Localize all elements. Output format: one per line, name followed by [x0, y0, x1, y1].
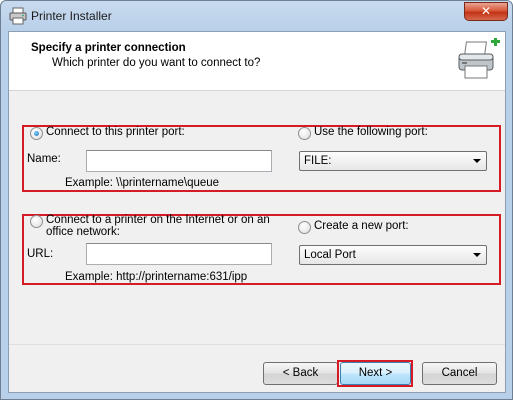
wizard-header: Specify a printer connection Which print… [9, 32, 505, 91]
chevron-down-icon [473, 159, 481, 163]
close-button[interactable]: ✕ [464, 2, 508, 21]
connect-internet-radio[interactable]: Connect to a printer on the Internet or … [30, 214, 280, 238]
add-printer-icon [458, 38, 500, 79]
window-title: Printer Installer [31, 9, 112, 23]
new-port-select-value: Local Port [304, 249, 356, 261]
use-following-port-label: Use the following port: [314, 126, 428, 138]
url-label: URL: [27, 248, 54, 260]
chevron-down-icon [473, 253, 481, 257]
name-input[interactable] [86, 150, 272, 172]
connect-port-label: Connect to this printer port: [46, 126, 185, 138]
radio-selected-icon [30, 127, 43, 140]
port-select[interactable]: FILE: [299, 151, 487, 171]
footer-divider [9, 344, 505, 345]
radio-unselected-icon [298, 221, 311, 234]
create-new-port-radio[interactable]: Create a new port: [298, 220, 409, 234]
radio-unselected-icon [30, 215, 43, 228]
new-port-select[interactable]: Local Port [299, 245, 487, 265]
create-new-port-label: Create a new port: [314, 220, 409, 232]
cancel-button[interactable]: Cancel [422, 362, 497, 385]
radio-unselected-icon [298, 127, 311, 140]
port-select-value: FILE: [304, 155, 332, 167]
connect-port-radio[interactable]: Connect to this printer port: [30, 126, 185, 140]
back-button[interactable]: < Back [263, 362, 338, 385]
printer-installer-window: Printer Installer ✕ Specify a printer co… [0, 0, 513, 400]
page-subtitle: Which printer do you want to connect to? [52, 57, 261, 69]
connect-internet-label: Connect to a printer on the Internet or … [46, 214, 270, 238]
name-label: Name: [27, 153, 61, 165]
use-following-port-radio[interactable]: Use the following port: [298, 126, 428, 140]
title-bar: Printer Installer ✕ [1, 1, 512, 31]
url-input[interactable] [86, 243, 272, 265]
url-example: Example: http://printername:631/ipp [65, 271, 248, 283]
page-title: Specify a printer connection [31, 42, 186, 54]
close-icon: ✕ [480, 4, 492, 18]
printer-icon [9, 7, 27, 25]
dialog-client-area: Specify a printer connection Which print… [8, 31, 506, 393]
name-example: Example: \\printername\queue [65, 177, 220, 189]
next-button[interactable]: Next > [340, 362, 411, 385]
